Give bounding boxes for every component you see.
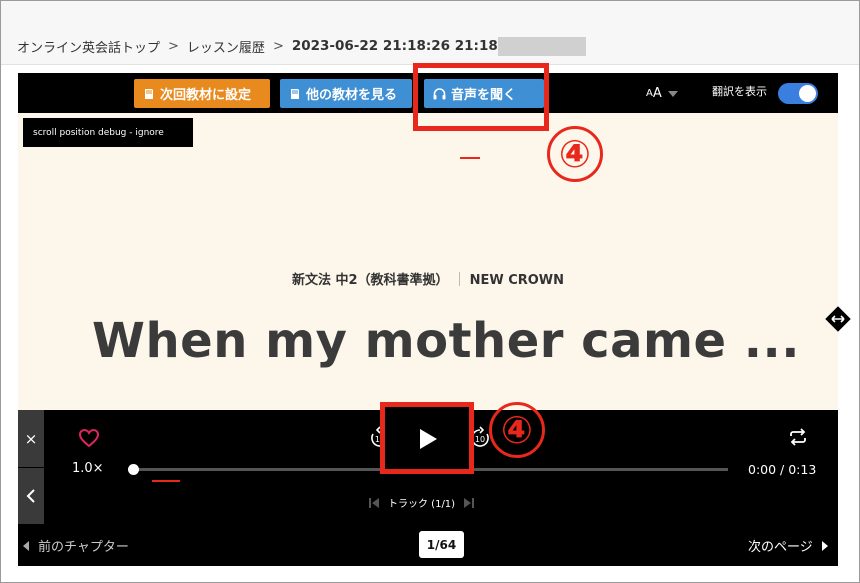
- toggle-knob: [799, 85, 816, 102]
- page-title: When my mother came ...: [92, 313, 800, 369]
- set-next-material-button[interactable]: 次回教材に設定: [134, 79, 270, 108]
- chevron-left-icon: [23, 540, 29, 551]
- annotation-number: ④: [489, 402, 545, 458]
- breadcrumb-separator: >: [272, 38, 284, 54]
- annotation-highlight-audio: [413, 63, 549, 131]
- chevron-right-icon: [821, 540, 828, 551]
- book-icon: [291, 88, 299, 99]
- breadcrumb: オンライン英会話トップ > レッスン履歴 > 2023-06-22 21:18:…: [17, 36, 586, 56]
- breadcrumb-item-history[interactable]: レッスン履歴: [187, 37, 265, 56]
- annotation-mark: [152, 480, 180, 482]
- annotation-highlight-play: [380, 402, 474, 474]
- track-label: トラック (1/1): [388, 499, 456, 510]
- material-series: NEW CROWN: [469, 273, 565, 288]
- translate-toggle[interactable]: [778, 83, 818, 104]
- material-meta: 新文法 中2（教科書準拠） NEW CROWN: [18, 269, 838, 288]
- font-size-small-label: A: [646, 88, 653, 99]
- redacted-block: [497, 36, 586, 56]
- material-category: 新文法 中2（教科書準拠）: [291, 273, 449, 288]
- resize-handle-icon[interactable]: [825, 306, 851, 332]
- previous-chapter-label: 前のチャプター: [38, 540, 129, 555]
- chevron-left-icon: [26, 489, 35, 503]
- breadcrumb-item-top[interactable]: オンライン英会話トップ: [17, 37, 160, 56]
- playback-speed[interactable]: 1.0×: [72, 461, 104, 476]
- next-page-label: 次のページ: [748, 540, 813, 555]
- time-readout: 0:00 / 0:13: [748, 462, 817, 477]
- page-indicator[interactable]: 1/64: [419, 531, 464, 558]
- annotation-mark: [460, 157, 480, 159]
- view-other-materials-button[interactable]: 他の教材を見る: [280, 79, 412, 108]
- set-next-material-label: 次回教材に設定: [160, 88, 252, 103]
- next-page-button[interactable]: 次のページ: [748, 536, 829, 555]
- forward-seconds: 10: [475, 435, 485, 444]
- debug-overlay: scroll position debug - ignore: [23, 118, 193, 147]
- next-track-icon[interactable]: [463, 497, 475, 509]
- annotation-number: ④: [547, 126, 603, 182]
- font-size-dropdown[interactable]: A A: [646, 86, 678, 101]
- breadcrumb-current: 2023-06-22 21:18:26 21:18: [291, 38, 498, 54]
- progress-handle[interactable]: [128, 464, 139, 475]
- chevron-down-icon: [667, 90, 678, 97]
- repeat-icon[interactable]: [788, 428, 808, 446]
- material-content: 新文法 中2（教科書準拠） NEW CROWN When my mother ca…: [18, 113, 838, 410]
- breadcrumb-separator: >: [168, 38, 179, 54]
- track-navigator: トラック (1/1): [368, 495, 475, 510]
- close-icon: ×: [24, 429, 38, 448]
- previous-chapter-button[interactable]: 前のチャプター: [22, 536, 129, 555]
- translate-label: 翻訳を表示: [712, 85, 767, 98]
- book-icon: [145, 88, 153, 99]
- font-size-large-label: A: [652, 86, 662, 101]
- divider: [458, 272, 460, 286]
- close-player-button[interactable]: ×: [18, 410, 44, 467]
- favorite-heart-icon[interactable]: [78, 428, 100, 448]
- previous-track-icon[interactable]: [368, 497, 380, 509]
- view-other-materials-label: 他の教材を見る: [306, 88, 398, 103]
- collapse-player-button[interactable]: [18, 468, 44, 524]
